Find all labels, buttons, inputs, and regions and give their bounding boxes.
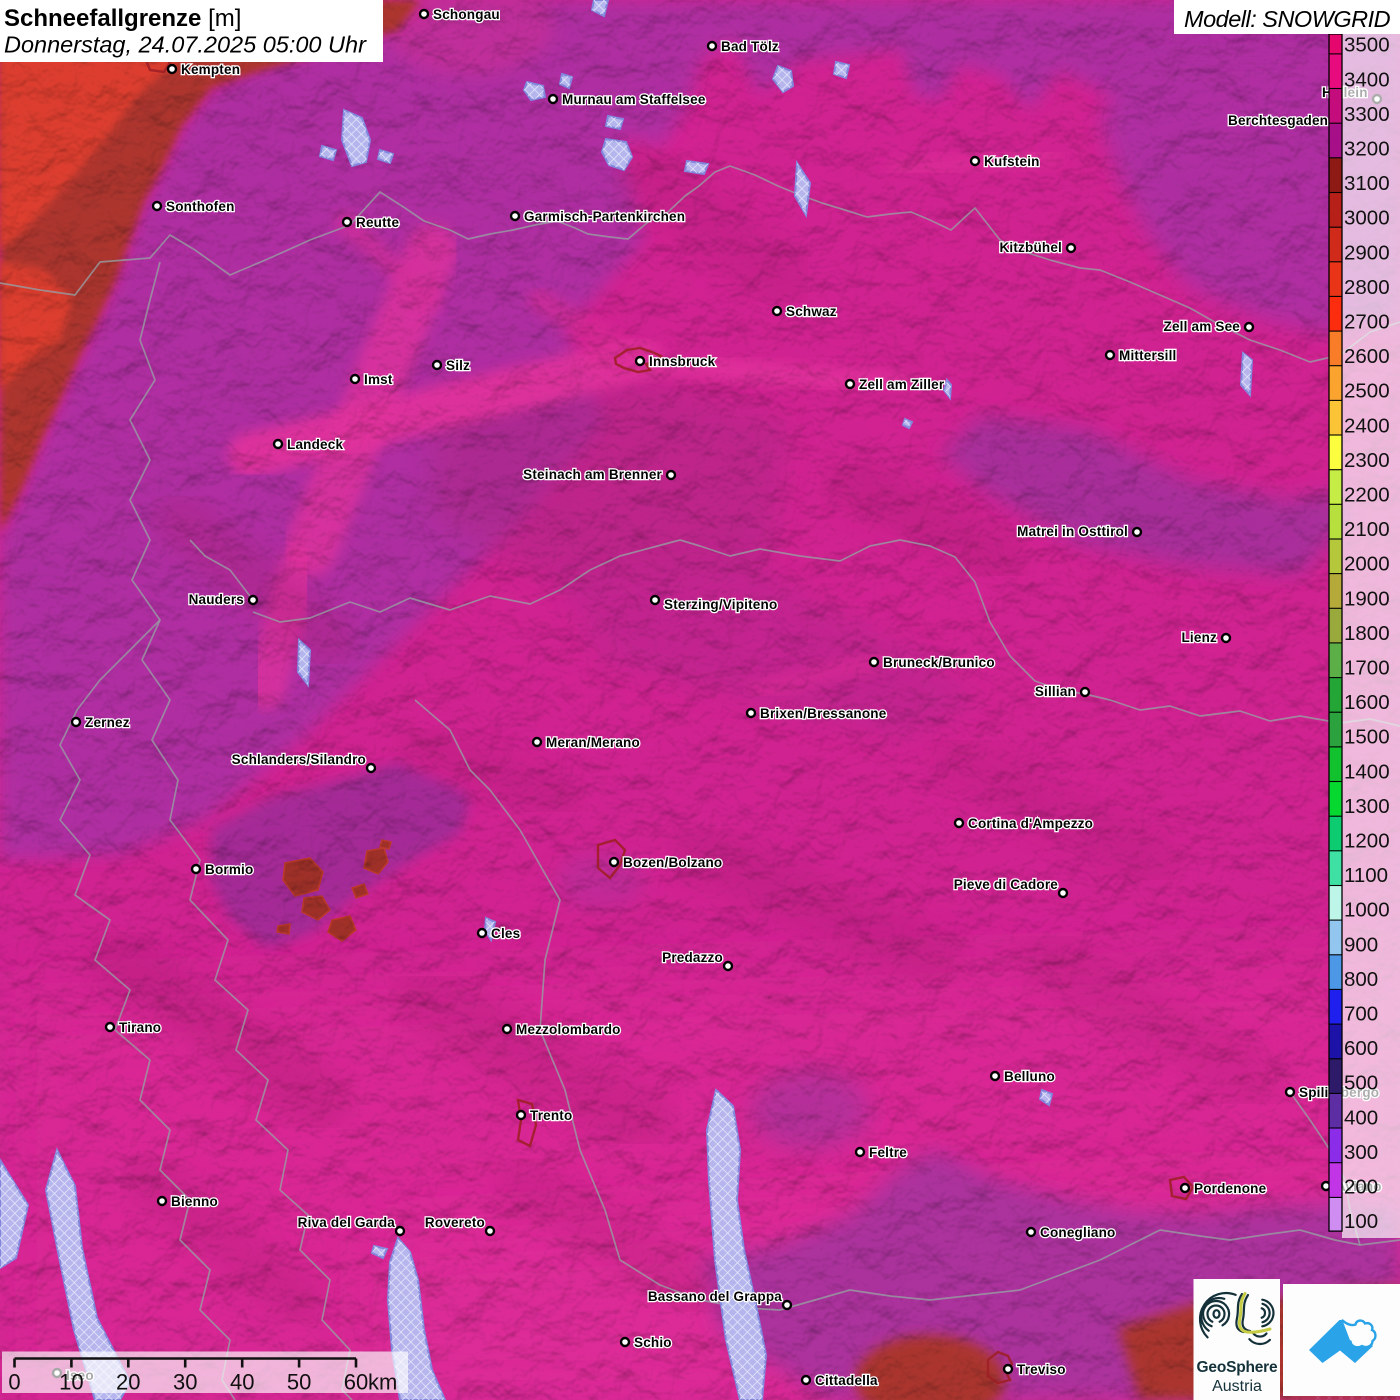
svg-text:Zell am Ziller: Zell am Ziller: [859, 377, 945, 392]
svg-text:Mezzolombardo: Mezzolombardo: [516, 1022, 621, 1037]
svg-text:Garmisch-Partenkirchen: Garmisch-Partenkirchen: [524, 209, 685, 224]
svg-text:Schio: Schio: [634, 1335, 672, 1350]
svg-text:Kufstein: Kufstein: [984, 154, 1040, 169]
svg-text:Sonthofen: Sonthofen: [166, 199, 235, 214]
svg-text:Trento: Trento: [530, 1108, 572, 1123]
svg-text:30: 30: [173, 1370, 197, 1395]
svg-text:Kempten: Kempten: [181, 62, 240, 77]
svg-text:Riva del Garda: Riva del Garda: [298, 1215, 396, 1230]
svg-text:Schongau: Schongau: [433, 7, 500, 22]
svg-text:Silz: Silz: [446, 358, 470, 373]
svg-text:60: 60: [344, 1370, 368, 1395]
svg-text:3400: 3400: [1344, 68, 1390, 91]
svg-text:Cittadella: Cittadella: [815, 1373, 878, 1388]
svg-text:Pieve di Cadore: Pieve di Cadore: [954, 877, 1059, 892]
svg-text:900: 900: [1344, 933, 1378, 956]
svg-text:Schneefallgrenze [m]: Schneefallgrenze [m]: [4, 5, 241, 32]
svg-text:2200: 2200: [1344, 484, 1390, 507]
svg-text:300: 300: [1344, 1141, 1378, 1164]
svg-text:700: 700: [1344, 1003, 1378, 1026]
svg-text:20: 20: [116, 1370, 140, 1395]
svg-text:2700: 2700: [1344, 311, 1390, 334]
svg-text:Rovereto: Rovereto: [425, 1215, 485, 1230]
svg-text:1400: 1400: [1344, 760, 1390, 783]
svg-text:3500: 3500: [1344, 34, 1390, 57]
svg-text:2500: 2500: [1344, 380, 1390, 403]
svg-text:Cles: Cles: [491, 926, 520, 941]
svg-text:1200: 1200: [1344, 830, 1390, 853]
svg-text:0: 0: [8, 1370, 20, 1395]
svg-text:1800: 1800: [1344, 622, 1390, 645]
svg-text:GeoSphere: GeoSphere: [1197, 1359, 1278, 1376]
svg-text:Mittersill: Mittersill: [1119, 348, 1177, 363]
svg-text:Matrei in Osttirol: Matrei in Osttirol: [1017, 524, 1128, 539]
svg-text:2100: 2100: [1344, 518, 1390, 541]
svg-text:1000: 1000: [1344, 899, 1390, 922]
svg-text:Cortina d'Ampezzo: Cortina d'Ampezzo: [968, 816, 1093, 831]
svg-text:Lienz: Lienz: [1181, 630, 1217, 645]
svg-text:1500: 1500: [1344, 726, 1390, 749]
svg-text:600: 600: [1344, 1037, 1378, 1060]
svg-text:2400: 2400: [1344, 414, 1390, 437]
svg-text:Brixen/Bressanone: Brixen/Bressanone: [760, 706, 887, 721]
svg-text:40: 40: [230, 1370, 254, 1395]
svg-text:3300: 3300: [1344, 103, 1390, 126]
svg-text:Tirano: Tirano: [119, 1020, 161, 1035]
svg-text:Bassano del Grappa: Bassano del Grappa: [648, 1289, 782, 1304]
svg-text:Feltre: Feltre: [869, 1145, 907, 1160]
svg-text:Sillian: Sillian: [1035, 684, 1076, 699]
svg-text:2800: 2800: [1344, 276, 1390, 299]
svg-text:1600: 1600: [1344, 691, 1390, 714]
svg-text:Steinach am Brenner: Steinach am Brenner: [523, 467, 662, 482]
svg-text:2900: 2900: [1344, 241, 1390, 264]
svg-text:Nauders: Nauders: [189, 592, 244, 607]
svg-text:400: 400: [1344, 1106, 1378, 1129]
svg-text:Sterzing/Vipiteno: Sterzing/Vipiteno: [664, 597, 777, 612]
svg-text:Innsbruck: Innsbruck: [649, 354, 716, 369]
svg-text:50: 50: [287, 1370, 311, 1395]
svg-text:3000: 3000: [1344, 207, 1390, 230]
svg-text:Meran/Merano: Meran/Merano: [546, 735, 640, 750]
svg-text:Reutte: Reutte: [356, 215, 399, 230]
svg-text:Belluno: Belluno: [1004, 1069, 1055, 1084]
svg-text:Bad Tölz: Bad Tölz: [721, 39, 779, 54]
svg-text:Schlanders/Silandro: Schlanders/Silandro: [232, 752, 366, 767]
svg-text:Zell am See: Zell am See: [1164, 319, 1241, 334]
svg-text:Schwaz: Schwaz: [786, 304, 837, 319]
svg-text:Austria: Austria: [1212, 1378, 1262, 1395]
svg-text:2000: 2000: [1344, 553, 1390, 576]
svg-text:2300: 2300: [1344, 449, 1390, 472]
svg-text:Zernez: Zernez: [85, 715, 130, 730]
svg-text:Predazzo: Predazzo: [662, 950, 723, 965]
svg-text:Bormio: Bormio: [205, 862, 253, 877]
svg-text:100: 100: [1344, 1210, 1378, 1233]
svg-text:3100: 3100: [1344, 172, 1390, 195]
svg-text:1900: 1900: [1344, 587, 1390, 610]
svg-text:3200: 3200: [1344, 138, 1390, 161]
svg-text:1100: 1100: [1344, 864, 1388, 887]
svg-text:Bozen/Bolzano: Bozen/Bolzano: [623, 855, 722, 870]
svg-text:Berchtesgaden: Berchtesgaden: [1228, 113, 1328, 128]
svg-text:Bruneck/Brunico: Bruneck/Brunico: [883, 655, 995, 670]
svg-text:Kitzbühel: Kitzbühel: [999, 240, 1062, 255]
svg-text:Treviso: Treviso: [1017, 1362, 1066, 1377]
svg-text:Landeck: Landeck: [287, 437, 343, 452]
svg-text:Imst: Imst: [364, 372, 393, 387]
svg-text:500: 500: [1344, 1072, 1378, 1095]
svg-text:1300: 1300: [1344, 795, 1390, 818]
svg-text:Modell: SNOWGRID: Modell: SNOWGRID: [1184, 6, 1391, 32]
svg-text:800: 800: [1344, 968, 1378, 991]
svg-text:Conegliano: Conegliano: [1040, 1225, 1116, 1240]
svg-text:1700: 1700: [1344, 657, 1390, 680]
svg-text:2600: 2600: [1344, 345, 1390, 368]
svg-text:km: km: [368, 1370, 397, 1395]
svg-text:Donnerstag, 24.07.2025 05:00 U: Donnerstag, 24.07.2025 05:00 Uhr: [4, 32, 367, 58]
svg-text:Pordenone: Pordenone: [1194, 1181, 1267, 1196]
svg-text:Bienno: Bienno: [171, 1194, 218, 1209]
svg-text:200: 200: [1344, 1176, 1378, 1199]
svg-text:Murnau am Staffelsee: Murnau am Staffelsee: [562, 92, 706, 107]
svg-text:10: 10: [59, 1370, 83, 1395]
